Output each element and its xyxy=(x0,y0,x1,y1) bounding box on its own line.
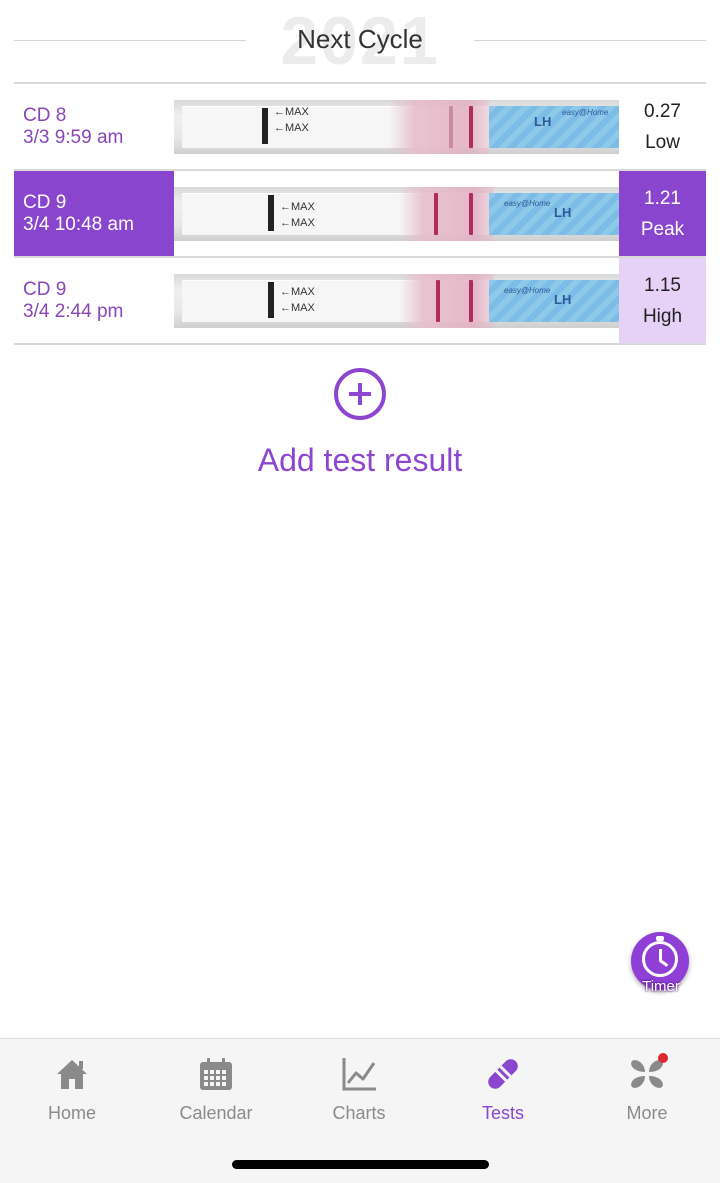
cycle-day: CD 9 xyxy=(23,278,67,300)
strip-max-text: ←MAX xyxy=(280,200,315,213)
test-row[interactable]: CD 9 3/4 10:48 am ←MAX ←MAX LH easy@Home xyxy=(14,171,706,258)
strip-wrap: ←MAX ←MAX LH easy@Home xyxy=(174,258,619,343)
lh-ratio: 1.21 xyxy=(644,187,681,209)
stopwatch-icon xyxy=(642,941,678,977)
test-datetime: 3/4 10:48 am xyxy=(23,213,134,235)
test-strip-photo[interactable]: ←MAX ←MAX LH easy@Home xyxy=(174,273,619,328)
strip-marker xyxy=(268,281,274,318)
lh-ratio: 0.27 xyxy=(644,100,681,122)
tab-more[interactable]: More xyxy=(587,1053,707,1124)
add-circle-icon[interactable] xyxy=(334,368,386,420)
strip-brand-text: LH xyxy=(554,291,572,307)
tab-home[interactable]: Home xyxy=(12,1055,132,1124)
timer-button[interactable]: Timer xyxy=(631,932,689,995)
chart-icon xyxy=(340,1055,378,1093)
strip-marker xyxy=(268,194,274,231)
test-line xyxy=(449,105,453,148)
test-meta: CD 9 3/4 10:48 am xyxy=(14,171,174,256)
cycle-day: CD 9 xyxy=(23,191,67,213)
tab-charts[interactable]: Charts xyxy=(299,1055,419,1124)
test-strip-photo[interactable]: ←MAX ←MAX LH easy@Home xyxy=(174,99,619,154)
strip-brand-small: easy@Home xyxy=(562,107,609,117)
test-datetime: 3/3 9:59 am xyxy=(23,126,124,148)
strip-max-text: ←MAX xyxy=(280,301,315,314)
strip-max-text: ←MAX xyxy=(274,105,309,118)
strip-max-text: ←MAX xyxy=(280,216,315,229)
tab-charts-label: Charts xyxy=(332,1103,386,1123)
add-test-result-label[interactable]: Add test result xyxy=(0,442,720,479)
test-meta: CD 9 3/4 2:44 pm xyxy=(14,258,174,343)
home-indicator xyxy=(232,1160,489,1169)
test-line xyxy=(436,279,440,322)
test-results-list: CD 8 3/3 9:59 am ←MAX ←MAX LH easy@Home xyxy=(14,84,706,345)
strip-reaction-zone xyxy=(399,186,494,241)
tab-home-label: Home xyxy=(47,1103,96,1123)
tab-tests[interactable]: Tests xyxy=(443,1055,563,1124)
test-meta: CD 8 3/3 9:59 am xyxy=(14,84,174,169)
lh-result: 1.21 Peak xyxy=(619,171,706,256)
strip-reaction-zone xyxy=(389,99,489,154)
control-line xyxy=(469,192,473,235)
notification-dot xyxy=(658,1053,668,1063)
strip-max-text: ←MAX xyxy=(280,285,315,298)
strip-brand-text: LH xyxy=(554,204,572,220)
add-test-result[interactable]: Add test result xyxy=(0,368,720,479)
test-line xyxy=(434,192,438,235)
test-row[interactable]: CD 8 3/3 9:59 am ←MAX ←MAX LH easy@Home xyxy=(14,84,706,171)
lh-level: Peak xyxy=(640,218,685,240)
lh-level: High xyxy=(642,305,683,327)
calendar-icon xyxy=(197,1055,235,1093)
lh-result: 0.27 Low xyxy=(619,84,706,169)
strip-brand-small: easy@Home xyxy=(504,285,551,295)
more-icon xyxy=(628,1053,668,1093)
home-icon xyxy=(53,1055,91,1093)
tab-calendar[interactable]: Calendar xyxy=(156,1055,276,1124)
strip-max-text: ←MAX xyxy=(274,121,309,134)
test-strip-icon xyxy=(484,1055,522,1093)
strip-reaction-zone xyxy=(399,273,494,328)
control-line xyxy=(469,105,473,148)
lh-ratio: 1.15 xyxy=(644,274,681,296)
app: 2021 Next Cycle CD 8 3/3 9:59 am ←MAX ←M… xyxy=(0,0,720,1183)
cycle-title[interactable]: Next Cycle xyxy=(0,24,720,55)
timer-label: Timer xyxy=(642,978,680,995)
strip-brand-text: LH xyxy=(534,113,552,129)
tab-more-label: More xyxy=(626,1103,668,1123)
lh-level: Low xyxy=(645,131,680,153)
lh-result: 1.15 High xyxy=(619,258,706,343)
strip-brand-small: easy@Home xyxy=(504,198,551,208)
tab-calendar-label: Calendar xyxy=(179,1103,253,1123)
tab-tests-label: Tests xyxy=(481,1103,524,1123)
test-row[interactable]: CD 9 3/4 2:44 pm ←MAX ←MAX LH easy@Home xyxy=(14,258,706,345)
test-datetime: 3/4 2:44 pm xyxy=(23,300,124,322)
strip-wrap: ←MAX ←MAX LH easy@Home xyxy=(174,84,619,169)
test-strip-photo[interactable]: ←MAX ←MAX LH easy@Home xyxy=(174,186,619,241)
control-line xyxy=(469,279,473,322)
cycle-header: 2021 Next Cycle xyxy=(0,0,720,84)
cycle-day: CD 8 xyxy=(23,104,67,126)
strip-marker xyxy=(262,107,268,144)
strip-wrap: ←MAX ←MAX LH easy@Home xyxy=(174,171,619,256)
